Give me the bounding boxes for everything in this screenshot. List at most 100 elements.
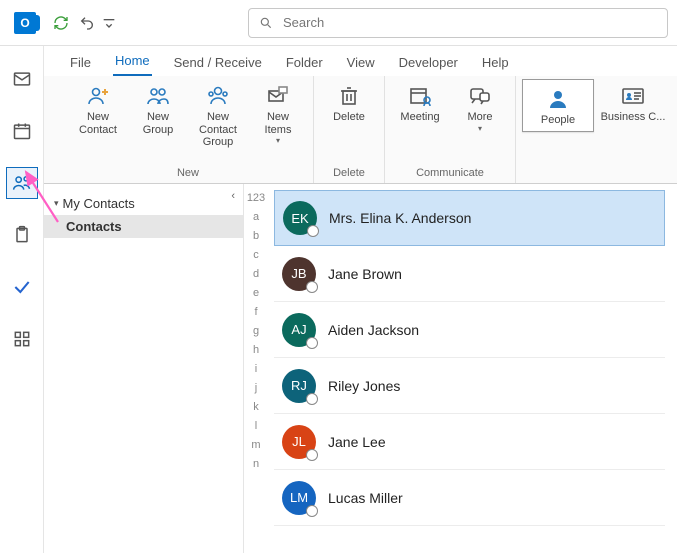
contact-list: EK Mrs. Elina K. Anderson JBJane BrownAJAi…: [268, 184, 677, 553]
contact-row[interactable]: EK Mrs. Elina K. Anderson: [274, 190, 665, 246]
index-letter[interactable]: h: [253, 344, 259, 356]
mail-icon: [12, 69, 32, 89]
menu-tab-home[interactable]: Home: [113, 49, 152, 76]
avatar: JL: [282, 425, 316, 459]
contact-row[interactable]: LM Lucas Miller: [274, 470, 665, 526]
ribbon-btn-new-contact-group[interactable]: New ContactGroup: [189, 79, 247, 151]
presence-indicator: [306, 393, 318, 405]
ribbon-btn-new-items[interactable]: NewItems▾: [249, 79, 307, 147]
avatar: AJ: [282, 313, 316, 347]
menu-tab-view[interactable]: View: [345, 51, 377, 76]
menu-tab-developer[interactable]: Developer: [397, 51, 460, 76]
grid-icon: [12, 329, 32, 349]
ribbon-group-new: NewContactNewGroupNew ContactGroupNewIte…: [63, 76, 314, 183]
index-letter[interactable]: 123: [247, 192, 265, 204]
contact-row[interactable]: JL Jane Lee: [274, 414, 665, 470]
index-letter[interactable]: f: [254, 306, 257, 318]
index-letter[interactable]: c: [253, 249, 259, 261]
ribbon-btn-business-c-[interactable]: Business C...: [596, 79, 670, 126]
index-letter[interactable]: e: [253, 287, 259, 299]
presence-indicator: [306, 449, 318, 461]
ribbon-group-communicate: Meeting More▾ Communicate: [385, 76, 516, 183]
index-letter[interactable]: l: [255, 420, 257, 432]
calendar-rail-button[interactable]: [7, 116, 37, 146]
clipboard-icon: [12, 225, 32, 245]
tasks-rail-button[interactable]: [7, 220, 37, 250]
presence-indicator: [307, 225, 319, 237]
ribbon-group-delete: DeleteDelete: [314, 76, 385, 183]
index-letter[interactable]: m: [251, 439, 260, 451]
person-group-icon: [204, 83, 232, 109]
biz-card-icon: [619, 83, 647, 109]
check-icon: [12, 277, 32, 297]
ribbon-btn-label: NewContact: [79, 111, 117, 136]
nav-pane: ‹ ▾ My Contacts Contacts: [44, 184, 244, 553]
ribbon-btn-meeting[interactable]: Meeting: [391, 79, 449, 126]
index-letter[interactable]: g: [253, 325, 259, 337]
search-box[interactable]: [248, 8, 668, 38]
alpha-index: 123 abcdefghijklmn: [244, 184, 268, 553]
ribbon-btn-label: Meeting: [400, 111, 439, 124]
collapse-nav-button[interactable]: ‹: [231, 190, 235, 202]
avatar: LM: [282, 481, 316, 515]
ribbon-btn-label: Delete: [333, 111, 365, 124]
nav-header-label: My Contacts: [63, 196, 135, 211]
new-items-icon: [264, 83, 292, 109]
chevron-down-icon: ▾: [478, 124, 482, 133]
mail-rail-button[interactable]: [7, 64, 37, 94]
more-icon: [466, 83, 494, 109]
people-view-icon: [544, 86, 572, 112]
ribbon-btn-label: Business C...: [601, 111, 666, 124]
contact-row[interactable]: JBJane Brown: [274, 246, 665, 302]
todo-rail-button[interactable]: [7, 272, 37, 302]
presence-indicator: [306, 337, 318, 349]
menu-tab-file[interactable]: File: [68, 51, 93, 76]
ribbon-btn-new-group[interactable]: NewGroup: [129, 79, 187, 138]
more-apps-rail-button[interactable]: [7, 324, 37, 354]
index-letter[interactable]: k: [253, 401, 259, 413]
ribbon-btn-people[interactable]: People: [522, 79, 594, 132]
index-letter[interactable]: d: [253, 268, 259, 280]
ribbon-btn-card[interactable]: Card: [672, 79, 677, 126]
ribbon-btn-label: NewItems: [265, 111, 292, 136]
refresh-button[interactable]: [48, 10, 74, 36]
content-area: ‹ ▾ My Contacts Contacts 123 abcdefghijkl…: [44, 184, 677, 553]
contact-row[interactable]: RJRiley Jones: [274, 358, 665, 414]
ribbon-btn-label: NewGroup: [143, 111, 174, 136]
avatar: JB: [282, 257, 316, 291]
index-letter[interactable]: j: [255, 382, 257, 394]
ribbon-btn-more[interactable]: More▾: [451, 79, 509, 135]
menu-tab-send-receive[interactable]: Send / Receive: [172, 51, 264, 76]
contact-name: Mrs. Elina K. Anderson: [329, 210, 471, 226]
contact-row[interactable]: AJAiden Jackson: [274, 302, 665, 358]
ribbon-btn-label: New ContactGroup: [191, 111, 245, 149]
index-letter[interactable]: a: [253, 211, 259, 223]
ribbon-btn-delete[interactable]: Delete: [320, 79, 378, 126]
nav-folder-header[interactable]: ▾ My Contacts: [44, 192, 243, 215]
menu-tab-help[interactable]: Help: [480, 51, 511, 76]
left-rail: [0, 46, 44, 553]
index-letter[interactable]: b: [253, 230, 259, 242]
ribbon: NewContactNewGroupNew ContactGroupNewIte…: [0, 76, 677, 184]
contact-name: Jane Lee: [328, 434, 386, 450]
person-plus-icon: [84, 83, 112, 109]
qat-customize-dropdown[interactable]: [100, 10, 118, 36]
avatar: EK: [283, 201, 317, 235]
nav-item-contacts[interactable]: Contacts: [44, 215, 243, 238]
index-letter[interactable]: n: [253, 458, 259, 470]
contact-name: Lucas Miller: [328, 490, 403, 506]
search-input[interactable]: [283, 15, 657, 30]
undo-button[interactable]: [74, 10, 100, 36]
people-rail-button[interactable]: [7, 168, 37, 198]
index-letter[interactable]: i: [255, 363, 257, 375]
menu-tab-folder[interactable]: Folder: [284, 51, 325, 76]
trash-icon: [335, 83, 363, 109]
ribbon-group-view: People Business C... Card: [516, 76, 677, 183]
menu-tabs: File Home Send / Receive Folder View Develope…: [0, 46, 677, 76]
ribbon-group-label: New: [177, 165, 199, 181]
ribbon-group-label: Communicate: [416, 165, 484, 181]
calendar-icon: [12, 121, 32, 141]
ribbon-btn-label: People: [541, 114, 575, 127]
ribbon-btn-new-contact[interactable]: NewContact: [69, 79, 127, 138]
avatar: RJ: [282, 369, 316, 403]
